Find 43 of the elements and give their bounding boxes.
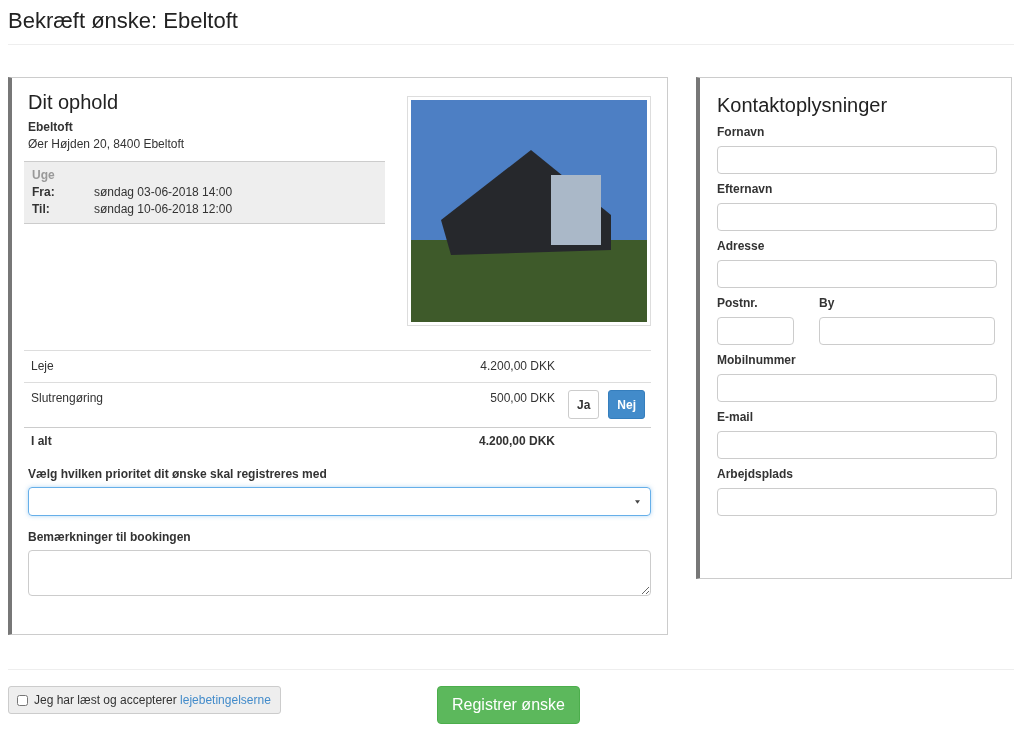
price-label: Leje bbox=[31, 359, 55, 374]
card-heading: Kontaktoplysninger bbox=[717, 94, 889, 117]
field-label: Mobilnummer bbox=[717, 353, 797, 367]
field-label: Vælg hvilken prioritet dit ønske skal registreres med bbox=[28, 467, 328, 481]
price-amount: 500,00 DKK bbox=[489, 391, 555, 407]
input-field[interactable] bbox=[717, 317, 794, 345]
terms-checkbox[interactable] bbox=[17, 694, 28, 706]
input-field[interactable] bbox=[819, 317, 995, 345]
input-field[interactable] bbox=[717, 488, 997, 516]
price-label: I alt bbox=[31, 434, 53, 449]
period-label: Fra: bbox=[32, 184, 56, 201]
field-label: Bemærkninger til bookingen bbox=[28, 530, 192, 544]
card-heading: Dit ophold bbox=[28, 94, 120, 111]
input-field[interactable] bbox=[717, 203, 997, 231]
field-label: Postnr. bbox=[717, 296, 759, 310]
priority-select[interactable] bbox=[28, 487, 651, 516]
field-label: Adresse bbox=[717, 239, 766, 253]
field-label: Arbejdsplads bbox=[717, 467, 795, 481]
remarks-field[interactable] bbox=[28, 550, 651, 596]
field-label: E-mail bbox=[717, 410, 754, 424]
period-label: Til: bbox=[32, 201, 51, 218]
field-label: Fornavn bbox=[717, 125, 766, 139]
property-name: Ebeltoft bbox=[28, 119, 74, 136]
field-label: By bbox=[819, 296, 836, 310]
caret-icon bbox=[635, 500, 640, 504]
price-label: Slutrengøring bbox=[31, 391, 105, 407]
period-value: søndag 03-06-2018 14:00 bbox=[94, 184, 233, 201]
price-amount: 4.200,00 DKK bbox=[479, 359, 555, 374]
period-type: Uge bbox=[32, 167, 56, 184]
terms-link[interactable]: lejebetingelserne bbox=[180, 693, 271, 707]
submit-button[interactable]: Registrer ønske bbox=[437, 686, 580, 724]
page-title: Bekræft ønske: Ebeltoft bbox=[8, 0, 1014, 45]
option-button[interactable]: Nej bbox=[608, 390, 645, 419]
period-value: søndag 10-06-2018 12:00 bbox=[94, 201, 233, 218]
input-field[interactable] bbox=[717, 431, 997, 459]
field-label: Efternavn bbox=[717, 182, 774, 196]
option-button[interactable]: Ja bbox=[567, 390, 600, 419]
property-address: Øer Højden 20, 8400 Ebeltoft bbox=[28, 136, 186, 153]
terms-text: Jeg har læst og accepterer lejebetingelserne bbox=[34, 693, 271, 707]
input-field[interactable] bbox=[717, 260, 997, 288]
input-field[interactable] bbox=[717, 374, 997, 402]
price-amount: 4.200,00 DKK bbox=[477, 434, 555, 449]
input-field[interactable] bbox=[717, 146, 997, 174]
